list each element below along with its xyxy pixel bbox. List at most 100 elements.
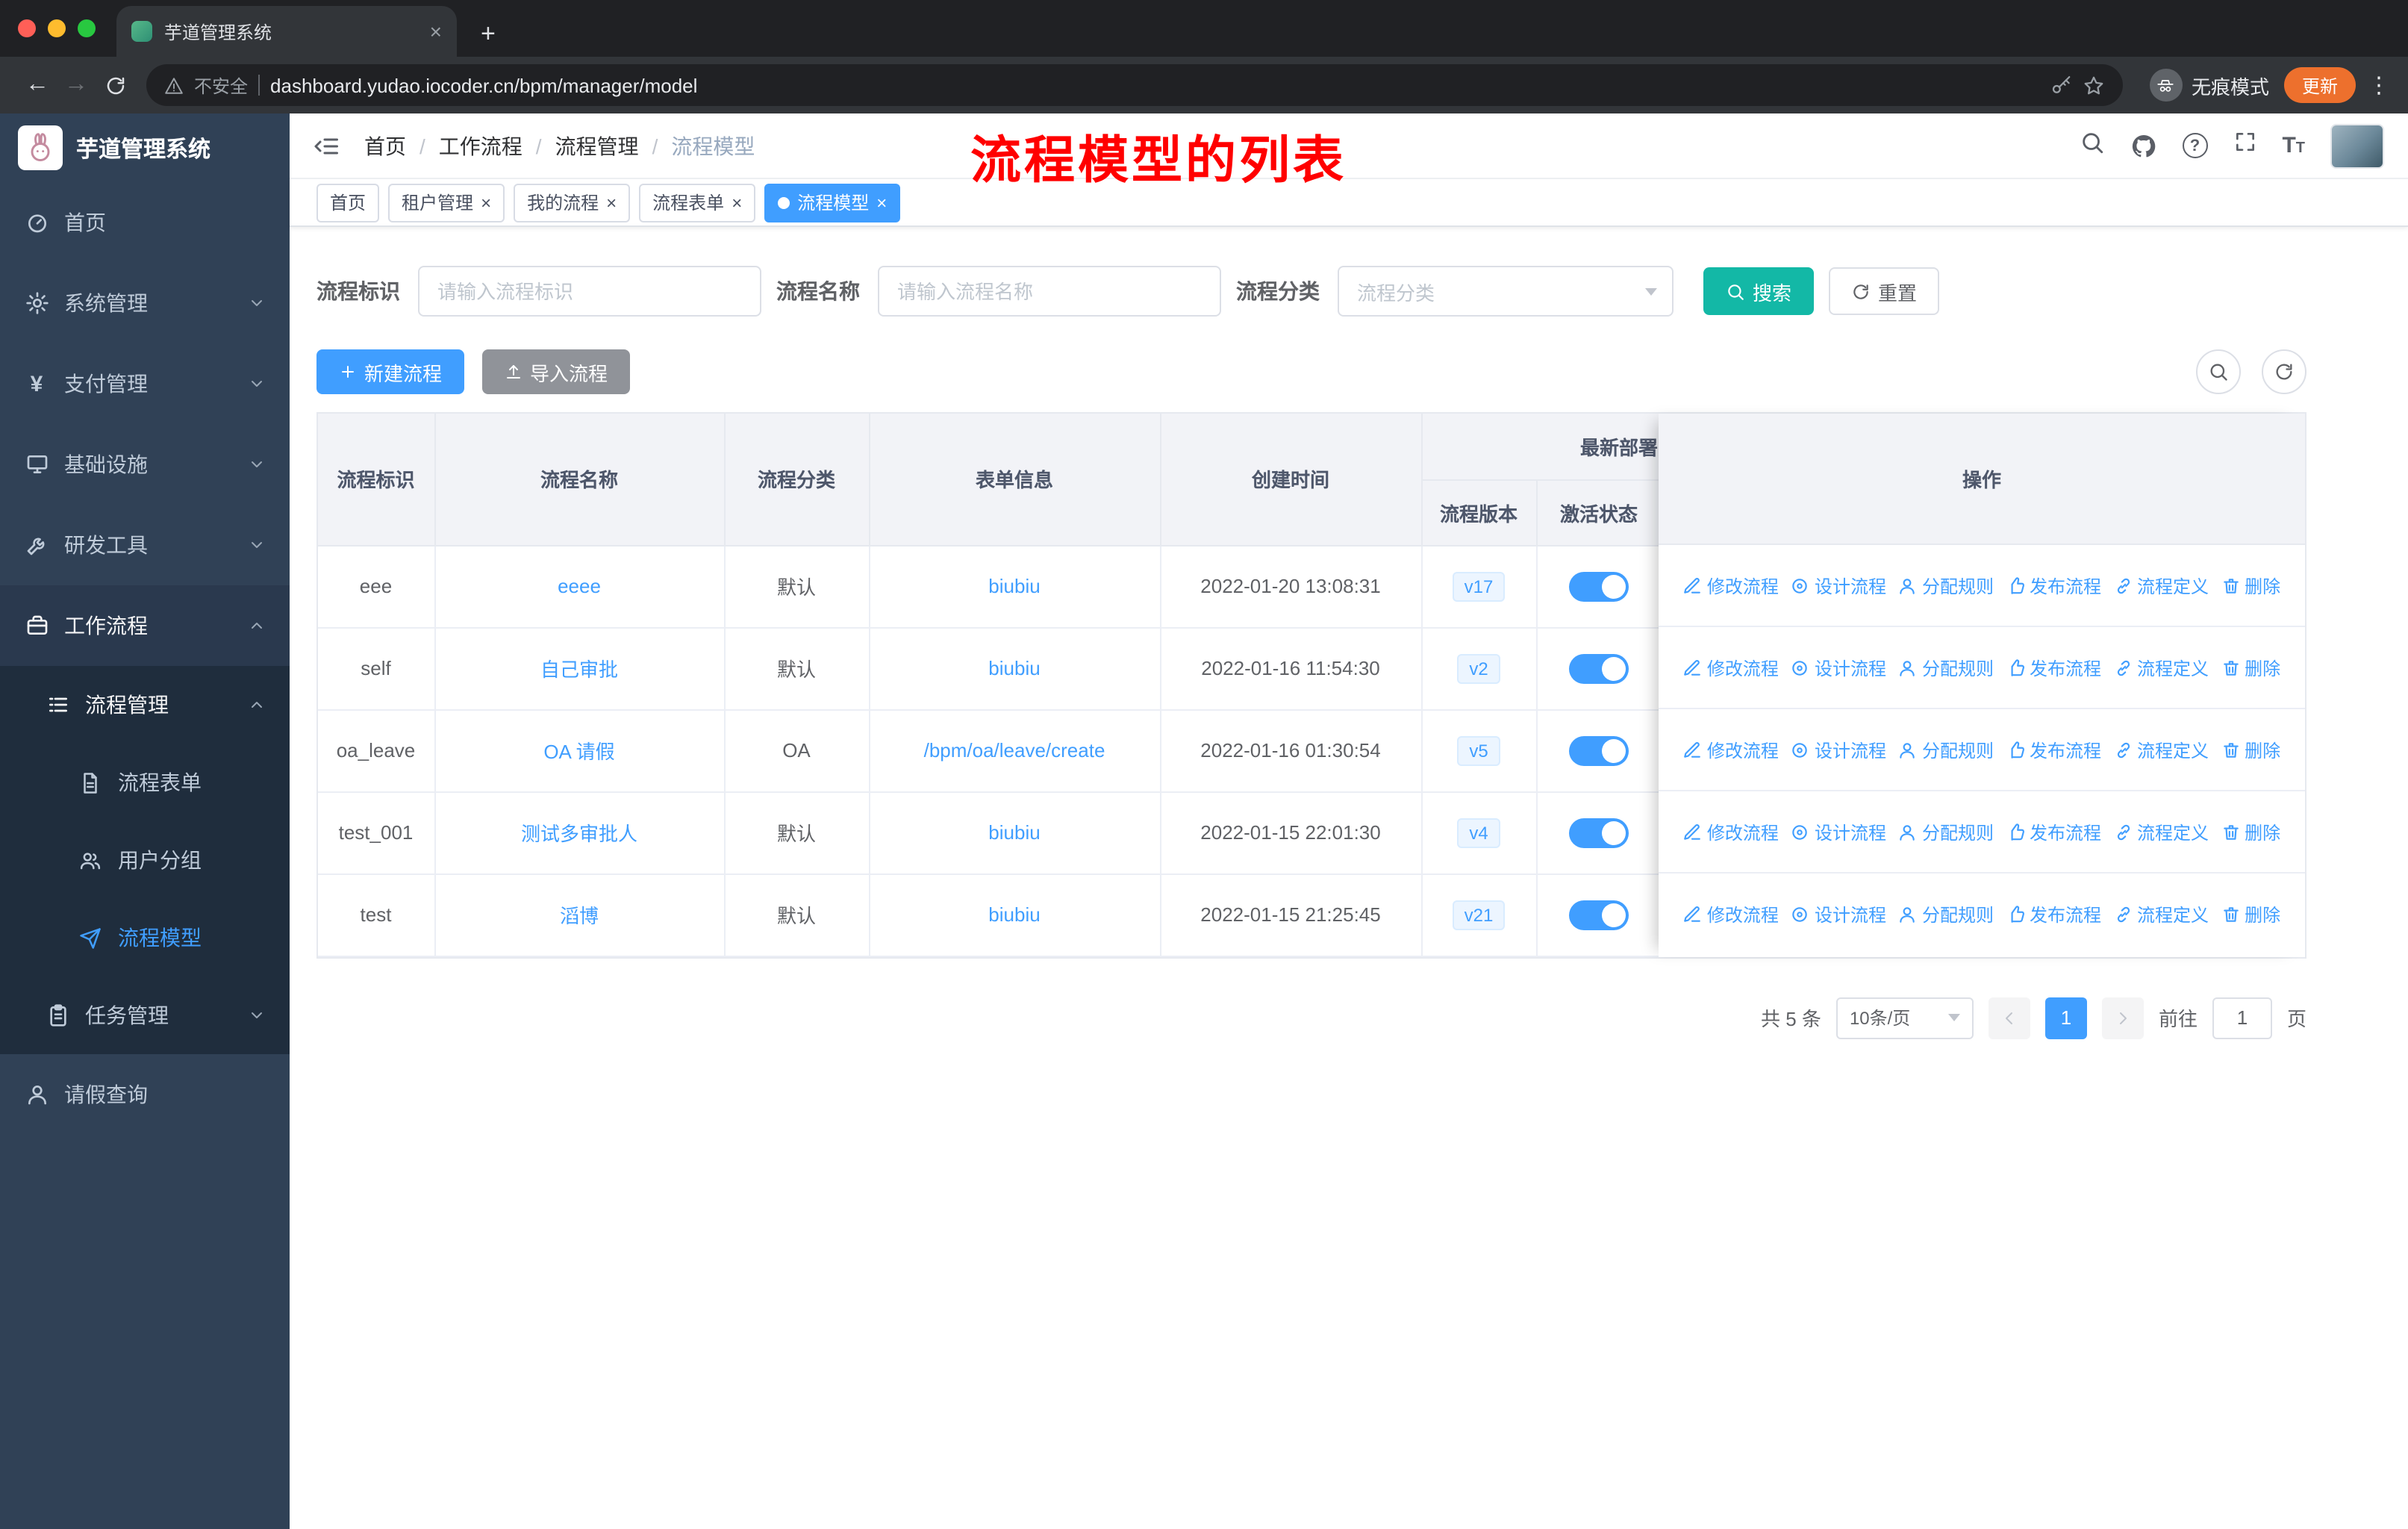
sidebar-item-process-form[interactable]: 流程表单 (0, 744, 290, 821)
delete-link[interactable]: 删除 (2221, 655, 2280, 680)
chrome-update-button[interactable]: 更新 (2283, 67, 2356, 103)
process-name-link[interactable]: eeee (558, 575, 601, 597)
import-process-button[interactable]: 导入流程 (482, 349, 631, 394)
tag-tenant-mgmt[interactable]: 租户管理 × (388, 183, 505, 222)
browser-menu-icon[interactable]: ⋮ (2368, 72, 2390, 99)
modify-process-link[interactable]: 修改流程 (1683, 819, 1779, 844)
forward-button[interactable]: → (57, 72, 96, 97)
modify-process-link[interactable]: 修改流程 (1683, 655, 1779, 680)
assign-rule-link[interactable]: 分配规则 (1898, 819, 1994, 844)
current-page-button[interactable]: 1 (2044, 997, 2087, 1038)
security-warning-icon[interactable] (164, 75, 184, 95)
assign-rule-link[interactable]: 分配规则 (1898, 737, 1994, 762)
sidebar-item-home[interactable]: 首页 (0, 182, 290, 263)
publish-process-link[interactable]: 发布流程 (2006, 655, 2101, 680)
window-close-button[interactable] (18, 19, 36, 37)
process-definition-link[interactable]: 流程定义 (2113, 573, 2209, 598)
publish-process-link[interactable]: 发布流程 (2006, 737, 2101, 762)
process-definition-link[interactable]: 流程定义 (2113, 655, 2209, 680)
form-info-link[interactable]: biubiu (988, 657, 1040, 679)
window-zoom-button[interactable] (78, 19, 96, 37)
process-name-input[interactable] (878, 266, 1221, 317)
font-size-icon[interactable]: TT (2282, 134, 2305, 157)
active-toggle[interactable] (1569, 900, 1629, 929)
new-tab-button[interactable]: + (481, 21, 496, 46)
process-definition-link[interactable]: 流程定义 (2113, 902, 2209, 927)
process-name-link[interactable]: OA 请假 (543, 741, 614, 763)
sidebar-item-process-model[interactable]: 流程模型 (0, 899, 290, 977)
version-badge[interactable]: v21 (1452, 900, 1506, 929)
close-icon[interactable]: × (606, 193, 617, 211)
breadcrumb-workflow[interactable]: 工作流程 (439, 131, 523, 161)
delete-link[interactable]: 删除 (2221, 902, 2280, 927)
toggle-search-button[interactable] (2196, 349, 2241, 394)
version-badge[interactable]: v5 (1457, 735, 1500, 765)
breadcrumb-home[interactable]: 首页 (364, 131, 406, 161)
process-key-input[interactable] (418, 266, 761, 317)
design-process-link[interactable]: 设计流程 (1791, 737, 1886, 762)
tab-close-icon[interactable]: × (430, 21, 442, 42)
next-page-button[interactable] (2101, 997, 2144, 1038)
assign-rule-link[interactable]: 分配规则 (1898, 655, 1994, 680)
assign-rule-link[interactable]: 分配规则 (1898, 573, 1994, 598)
design-process-link[interactable]: 设计流程 (1791, 655, 1886, 680)
search-icon[interactable] (2079, 129, 2104, 162)
fullscreen-icon[interactable] (2233, 130, 2256, 161)
active-toggle[interactable] (1569, 653, 1629, 683)
close-icon[interactable]: × (481, 193, 491, 211)
bookmark-star-icon[interactable] (2083, 74, 2105, 96)
sidebar-item-task-mgmt[interactable]: 任务管理 (0, 977, 290, 1054)
reload-button[interactable] (96, 74, 134, 96)
window-minimize-button[interactable] (48, 19, 66, 37)
tag-my-process[interactable]: 我的流程 × (514, 183, 631, 222)
active-toggle[interactable] (1569, 571, 1629, 601)
close-icon[interactable]: × (876, 193, 887, 211)
help-icon[interactable]: ? (2182, 133, 2208, 158)
sidebar-item-leave-query[interactable]: 请假查询 (0, 1054, 290, 1135)
publish-process-link[interactable]: 发布流程 (2006, 819, 2101, 844)
sidebar-fold-icon[interactable] (314, 132, 340, 159)
delete-link[interactable]: 删除 (2221, 819, 2280, 844)
sidebar-item-process-mgmt[interactable]: 流程管理 (0, 666, 290, 744)
form-info-link[interactable]: biubiu (988, 821, 1040, 844)
delete-link[interactable]: 删除 (2221, 737, 2280, 762)
reset-button[interactable]: 重置 (1829, 267, 1940, 315)
modify-process-link[interactable]: 修改流程 (1683, 573, 1779, 598)
tag-process-form[interactable]: 流程表单 × (639, 183, 756, 222)
process-definition-link[interactable]: 流程定义 (2113, 819, 2209, 844)
form-info-link[interactable]: biubiu (988, 575, 1040, 597)
back-button[interactable]: ← (18, 72, 57, 97)
sidebar-item-devtools[interactable]: 研发工具 (0, 505, 290, 585)
sidebar-item-infra[interactable]: 基础设施 (0, 424, 290, 505)
form-info-link[interactable]: /bpm/oa/leave/create (924, 739, 1105, 762)
page-size-select[interactable]: 10条/页 (1835, 997, 1974, 1038)
process-name-link[interactable]: 滔博 (560, 905, 599, 927)
design-process-link[interactable]: 设计流程 (1791, 902, 1886, 927)
design-process-link[interactable]: 设计流程 (1791, 573, 1886, 598)
process-name-link[interactable]: 自己审批 (540, 658, 618, 681)
active-toggle[interactable] (1569, 735, 1629, 765)
process-name-link[interactable]: 测试多审批人 (521, 823, 637, 845)
sidebar-item-workflow[interactable]: 工作流程 (0, 585, 290, 666)
delete-link[interactable]: 删除 (2221, 573, 2280, 598)
sidebar-item-system[interactable]: 系统管理 (0, 263, 290, 343)
sidebar-item-user-group[interactable]: 用户分组 (0, 821, 290, 899)
search-button[interactable]: 搜索 (1703, 267, 1815, 315)
publish-process-link[interactable]: 发布流程 (2006, 902, 2101, 927)
breadcrumb-process-mgmt[interactable]: 流程管理 (555, 131, 639, 161)
close-icon[interactable]: × (732, 193, 742, 211)
version-badge[interactable]: v2 (1457, 653, 1500, 683)
version-badge[interactable]: v17 (1452, 571, 1506, 601)
sidebar-item-payment[interactable]: ¥ 支付管理 (0, 343, 290, 424)
tag-process-model[interactable]: 流程模型 × (764, 183, 901, 222)
prev-page-button[interactable] (1988, 997, 2030, 1038)
modify-process-link[interactable]: 修改流程 (1683, 737, 1779, 762)
address-bar[interactable]: 不安全 dashboard.yudao.iocoder.cn/bpm/manag… (146, 64, 2123, 106)
tag-home[interactable]: 首页 (316, 183, 380, 222)
browser-tab[interactable]: 芋道管理系统 × (116, 6, 457, 57)
process-category-select[interactable]: 流程分类 (1338, 266, 1674, 317)
version-badge[interactable]: v4 (1457, 818, 1500, 847)
github-icon[interactable] (2130, 132, 2156, 159)
assign-rule-link[interactable]: 分配规则 (1898, 902, 1994, 927)
form-info-link[interactable]: biubiu (988, 903, 1040, 926)
